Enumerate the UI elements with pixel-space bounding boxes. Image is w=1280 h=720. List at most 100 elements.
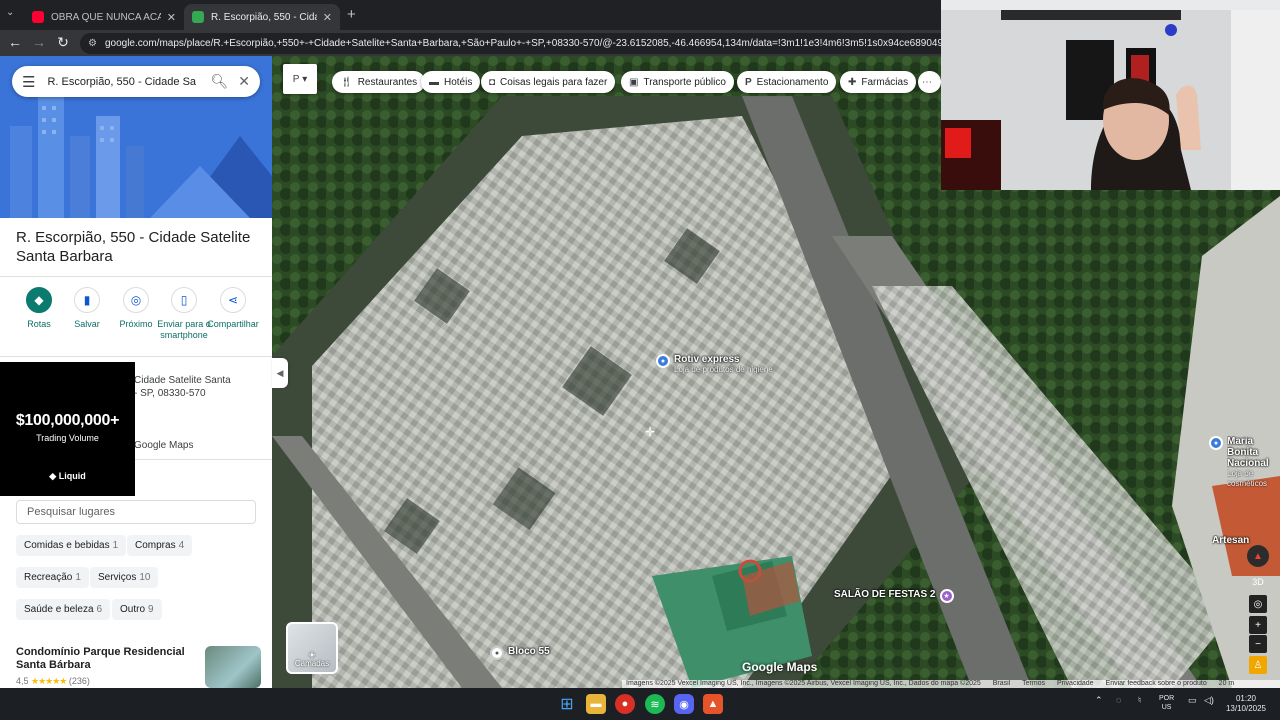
action-label: Enviar para o smartphone bbox=[157, 319, 211, 340]
discord-icon[interactable]: ◉ bbox=[674, 694, 694, 714]
windows-start-icon[interactable]: ⊞ bbox=[557, 694, 577, 714]
chip-count: 10 bbox=[139, 572, 151, 583]
scale-bar[interactable]: 20 m bbox=[1219, 680, 1235, 687]
camera-icon: ◘ bbox=[489, 76, 496, 88]
ad-banner[interactable]: $100,000,000+ Trading Volume ◆ Liquid bbox=[0, 362, 135, 496]
result-name[interactable]: Condomínio Parque Residencial Santa Bárb… bbox=[16, 646, 196, 672]
browser-tab-youtube[interactable]: OBRA QUE NUNCA ACABA - Yo ✕ bbox=[24, 4, 184, 30]
place-pin-icon: ● bbox=[490, 646, 504, 660]
zoom-out-button[interactable]: − bbox=[1249, 635, 1267, 653]
poi-rotiv-express[interactable]: ● Rotiv express Loja de produtos de higi… bbox=[656, 354, 773, 375]
category-chip[interactable]: Comidas e bebidas 1 bbox=[16, 535, 127, 556]
site-info-icon[interactable]: ⚙ bbox=[88, 38, 97, 49]
nearby-icon: ◎ bbox=[123, 287, 149, 313]
poi-salao-de-festas[interactable]: ★ SALÃO DE FESTAS 2 bbox=[834, 589, 954, 603]
result-rating: 4,5 ★★★★★ (236) bbox=[16, 676, 90, 687]
places-search-input[interactable]: Pesquisar lugares bbox=[16, 500, 256, 524]
arrow-left-icon[interactable]: ← bbox=[6, 34, 24, 50]
search-input[interactable]: R. Escorpião, 550 - Cidade Sa bbox=[47, 76, 200, 88]
region-code: US bbox=[1161, 704, 1172, 711]
map-type-button[interactable]: P ▾ bbox=[283, 64, 317, 94]
search-box[interactable]: ☰ R. Escorpião, 550 - Cidade Sa 🔍︎ ✕ bbox=[12, 66, 260, 97]
input-language[interactable]: POR US bbox=[1159, 694, 1174, 712]
nearby-button[interactable]: ◎ Próximo bbox=[109, 286, 163, 330]
close-tab-icon[interactable]: ✕ bbox=[323, 11, 332, 24]
volume-icon[interactable]: ◁) bbox=[1204, 695, 1214, 706]
terms-link[interactable]: Termos bbox=[1022, 680, 1045, 687]
poi-bloco-55[interactable]: ● Bloco 55 bbox=[490, 646, 550, 660]
chip-more[interactable]: ⋯ bbox=[918, 71, 941, 93]
zoom-in-button[interactable]: + bbox=[1249, 616, 1267, 634]
reload-icon[interactable]: ↻ bbox=[54, 34, 72, 51]
display-icon[interactable]: ▭ bbox=[1188, 695, 1197, 706]
clock-time: 01:20 bbox=[1235, 694, 1257, 703]
poi-category: Loja de produtos de higiene bbox=[674, 365, 773, 374]
address-line: - SP, 08330-570 bbox=[134, 388, 206, 399]
category-chip[interactable]: Recreação 1 bbox=[16, 567, 89, 588]
share-button[interactable]: ⋖ Compartilhar bbox=[206, 286, 260, 330]
map-attribution: Imagens ©2025 Vexcel Imaging US, Inc., I… bbox=[622, 680, 1280, 688]
category-chip[interactable]: Compras 4 bbox=[127, 535, 193, 556]
app-triangle-icon[interactable]: ▲ bbox=[703, 694, 723, 714]
category-chip[interactable]: Outro 9 bbox=[112, 599, 162, 620]
category-chip[interactable]: Serviços 10 bbox=[90, 567, 159, 588]
collapse-panel-button[interactable]: ◀ bbox=[272, 358, 288, 388]
tray-expand-icon[interactable]: ⌃ bbox=[1095, 695, 1103, 706]
action-label: Salvar bbox=[74, 319, 100, 329]
directions-icon: ◆ bbox=[26, 287, 52, 313]
result-thumbnail[interactable] bbox=[205, 646, 261, 688]
poi-artesan[interactable]: Artesan bbox=[1212, 535, 1256, 546]
browser-tab-maps[interactable]: R. Escorpião, 550 - Cidade Sate ✕ bbox=[184, 4, 340, 30]
pharmacy-icon: ✚ bbox=[848, 76, 857, 88]
chip-count: 4 bbox=[178, 540, 185, 551]
address-text[interactable]: Cidade Satelite Santa - SP, 08330-570 bbox=[134, 374, 231, 400]
close-icon[interactable]: ✕ bbox=[238, 73, 250, 90]
privacy-link[interactable]: Privacidade bbox=[1057, 680, 1094, 687]
poi-name: Rotiv express bbox=[674, 354, 740, 365]
plus-icon[interactable]: + bbox=[347, 6, 356, 23]
chip-parking[interactable]: P Estacionamento bbox=[737, 71, 837, 93]
tab-title: R. Escorpião, 550 - Cidade Sate bbox=[211, 11, 317, 23]
ad-brand-label: Liquid bbox=[58, 471, 86, 481]
poi-category: Loja de cosméticos bbox=[1227, 469, 1268, 488]
menu-icon[interactable]: ☰ bbox=[22, 73, 35, 91]
send-to-phone-button[interactable]: ▯ Enviar para o smartphone bbox=[157, 286, 211, 341]
tilt-3d-button[interactable]: 3D bbox=[1249, 573, 1267, 591]
chip-label: Hotéis bbox=[444, 76, 473, 88]
chip-things-to-do[interactable]: ◘ Coisas legais para fazer bbox=[481, 71, 616, 93]
directions-button[interactable]: ◆ Rotas bbox=[12, 286, 66, 330]
search-icon[interactable]: 🔍︎ bbox=[210, 73, 228, 90]
spotify-icon[interactable]: ≋ bbox=[645, 694, 665, 714]
feedback-link[interactable]: Enviar feedback sobre o produto bbox=[1106, 680, 1207, 687]
network-status-icon[interactable]: ◌ bbox=[1116, 695, 1121, 705]
category-chip[interactable]: Saúde e beleza 6 bbox=[16, 599, 111, 620]
windows-taskbar: ⊞ ▬ ● ≋ ◉ ▲ ⌃ ◌ ♮ POR US ▭ ◁) 01:20 13/1… bbox=[0, 688, 1280, 720]
close-tab-icon[interactable]: ✕ bbox=[167, 11, 176, 24]
address-bar[interactable]: ⚙ google.com/maps/place/R.+Escorpião,+55… bbox=[80, 33, 950, 54]
chip-transit[interactable]: ▣ Transporte público bbox=[621, 71, 734, 93]
chevron-left-icon: ◀ bbox=[276, 367, 284, 378]
place-panel: ☰ R. Escorpião, 550 - Cidade Sa 🔍︎ ✕ R. … bbox=[0, 56, 272, 688]
my-location-icon[interactable]: ◎ bbox=[1249, 595, 1267, 613]
tab-search-chevron-icon[interactable]: ⌄ bbox=[6, 7, 14, 18]
google-maps-link[interactable]: Google Maps bbox=[134, 440, 193, 451]
chip-restaurants[interactable]: 🍴︎ Restaurantes bbox=[332, 71, 426, 93]
rating-value: 4,5 bbox=[16, 676, 29, 686]
system-clock[interactable]: 01:20 13/10/2025 bbox=[1224, 694, 1268, 714]
chip-hotels[interactable]: ▬ Hotéis bbox=[421, 71, 481, 93]
chrome-icon[interactable]: ● bbox=[615, 694, 635, 714]
file-explorer-icon[interactable]: ▬ bbox=[586, 694, 606, 714]
chip-label: Saúde e beleza bbox=[24, 604, 94, 615]
chip-count: 1 bbox=[112, 540, 119, 551]
maps-favicon-icon bbox=[192, 11, 204, 23]
save-button[interactable]: ▮ Salvar bbox=[60, 286, 114, 330]
fork-knife-icon: 🍴︎ bbox=[340, 76, 353, 88]
poi-maria-bonita[interactable]: ● Maria Bonita Nacional Loja de cosmétic… bbox=[1209, 436, 1279, 489]
pegman-icon[interactable]: ♙ bbox=[1249, 656, 1267, 674]
arrow-right-icon[interactable]: → bbox=[30, 34, 48, 50]
microphone-icon[interactable]: ♮ bbox=[1138, 695, 1141, 706]
layers-button[interactable]: ◈ Camadas bbox=[286, 622, 338, 674]
chip-pharmacies[interactable]: ✚ Farmácias bbox=[840, 71, 917, 93]
compass-icon[interactable]: ▲ bbox=[1247, 545, 1269, 567]
country-link[interactable]: Brasil bbox=[993, 680, 1011, 687]
